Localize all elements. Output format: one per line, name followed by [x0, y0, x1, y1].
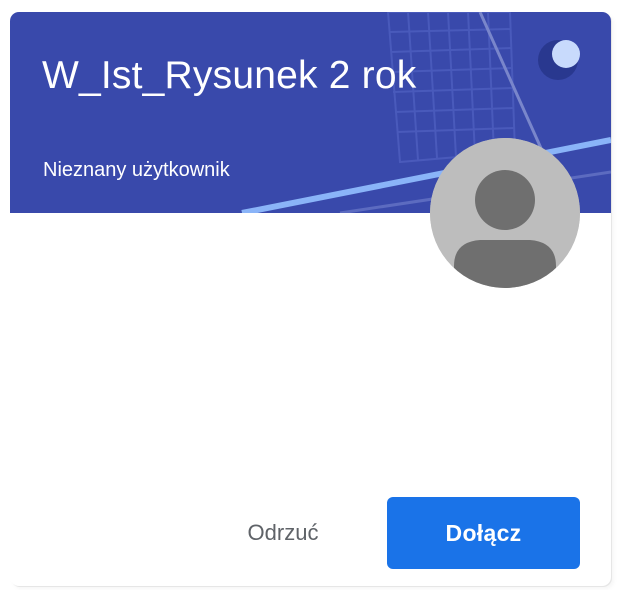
class-invite-card: W_Ist_Rysunek 2 rok Nieznany użytkownik …: [10, 12, 611, 586]
class-title: W_Ist_Rysunek 2 rok: [42, 54, 417, 97]
reject-button[interactable]: Odrzuć: [223, 497, 343, 569]
person-silhouette-icon: [430, 138, 580, 288]
join-button[interactable]: Dołącz: [387, 497, 580, 569]
owner-name: Nieznany użytkownik: [43, 159, 230, 181]
invite-actions: Odrzuć Dołącz: [10, 497, 611, 569]
owner-avatar: [430, 138, 580, 288]
